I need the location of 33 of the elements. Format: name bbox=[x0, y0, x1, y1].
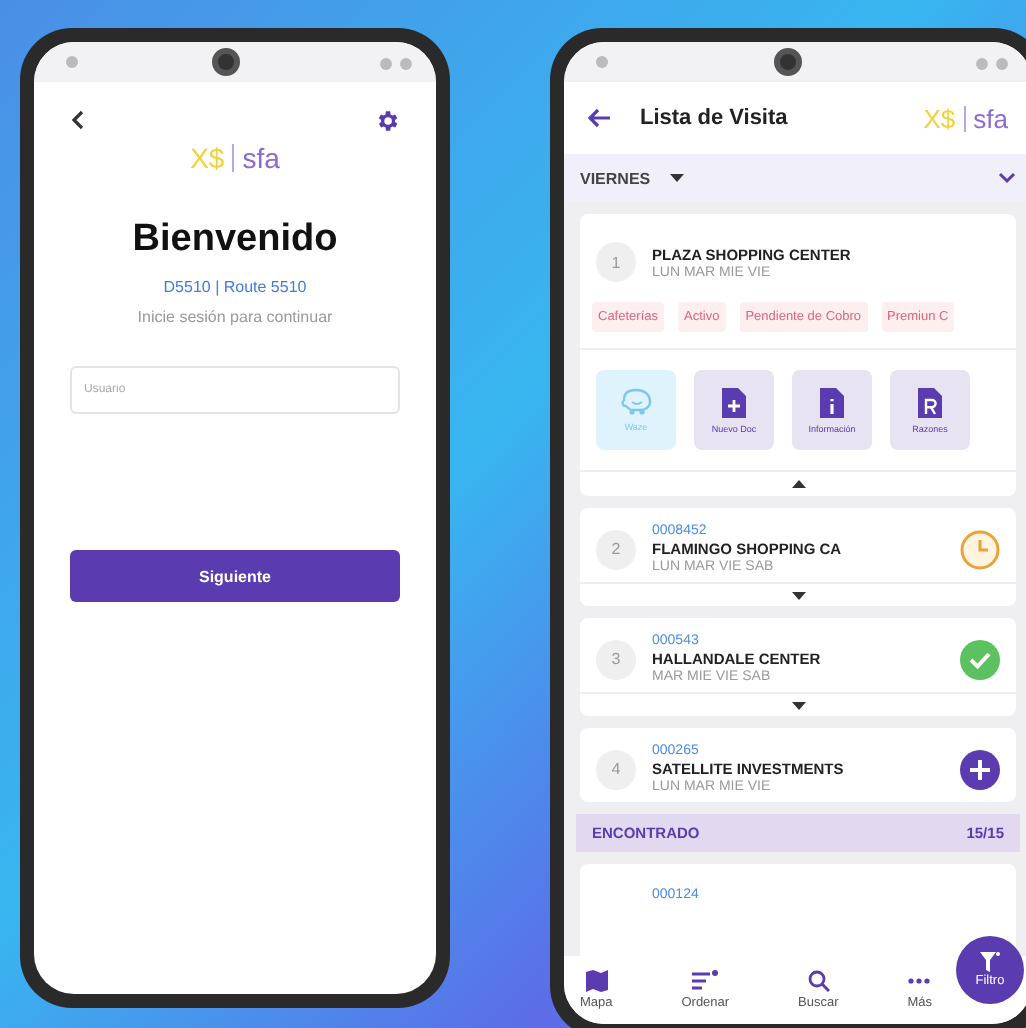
smiley-icon bbox=[620, 388, 652, 416]
map-icon bbox=[585, 970, 608, 992]
settings-icon[interactable] bbox=[374, 107, 400, 133]
stop-number: 3 bbox=[596, 639, 636, 679]
document-icon bbox=[722, 387, 746, 417]
route-label: D5510 | Route 5510 bbox=[163, 278, 307, 296]
camera-notch bbox=[774, 48, 802, 76]
stop-number: 2 bbox=[596, 529, 636, 569]
caret-up-icon bbox=[791, 480, 805, 488]
filter-icon bbox=[980, 952, 1000, 972]
search-icon bbox=[807, 970, 830, 992]
camera-notch bbox=[211, 48, 239, 76]
welcome-title: Bienvenido bbox=[132, 218, 338, 262]
app-logo: X$ sfa bbox=[923, 103, 1008, 133]
document-icon bbox=[918, 387, 942, 417]
sort-icon bbox=[692, 970, 719, 992]
subtitle: Inicie sesión para continuar bbox=[137, 308, 333, 326]
app-logo: X$ sfa bbox=[190, 142, 280, 174]
caret-down-icon bbox=[670, 174, 685, 182]
document-icon bbox=[820, 387, 844, 417]
day-selector[interactable]: VIERNES bbox=[580, 169, 651, 187]
screen-title: Lista de Visita bbox=[640, 106, 790, 130]
clock-icon bbox=[960, 529, 1000, 569]
back-arrow-icon[interactable] bbox=[588, 108, 612, 128]
next-button[interactable]: Siguiente bbox=[70, 550, 400, 602]
stop-number: 1 bbox=[596, 242, 636, 282]
caret-down-icon bbox=[791, 701, 805, 709]
caret-down-icon bbox=[791, 591, 805, 599]
back-icon[interactable] bbox=[70, 110, 86, 130]
add-icon[interactable] bbox=[960, 749, 1000, 789]
checkmark-icon bbox=[960, 639, 1000, 679]
stop-number: 4 bbox=[596, 749, 636, 789]
chevron-down-icon[interactable] bbox=[998, 172, 1016, 184]
